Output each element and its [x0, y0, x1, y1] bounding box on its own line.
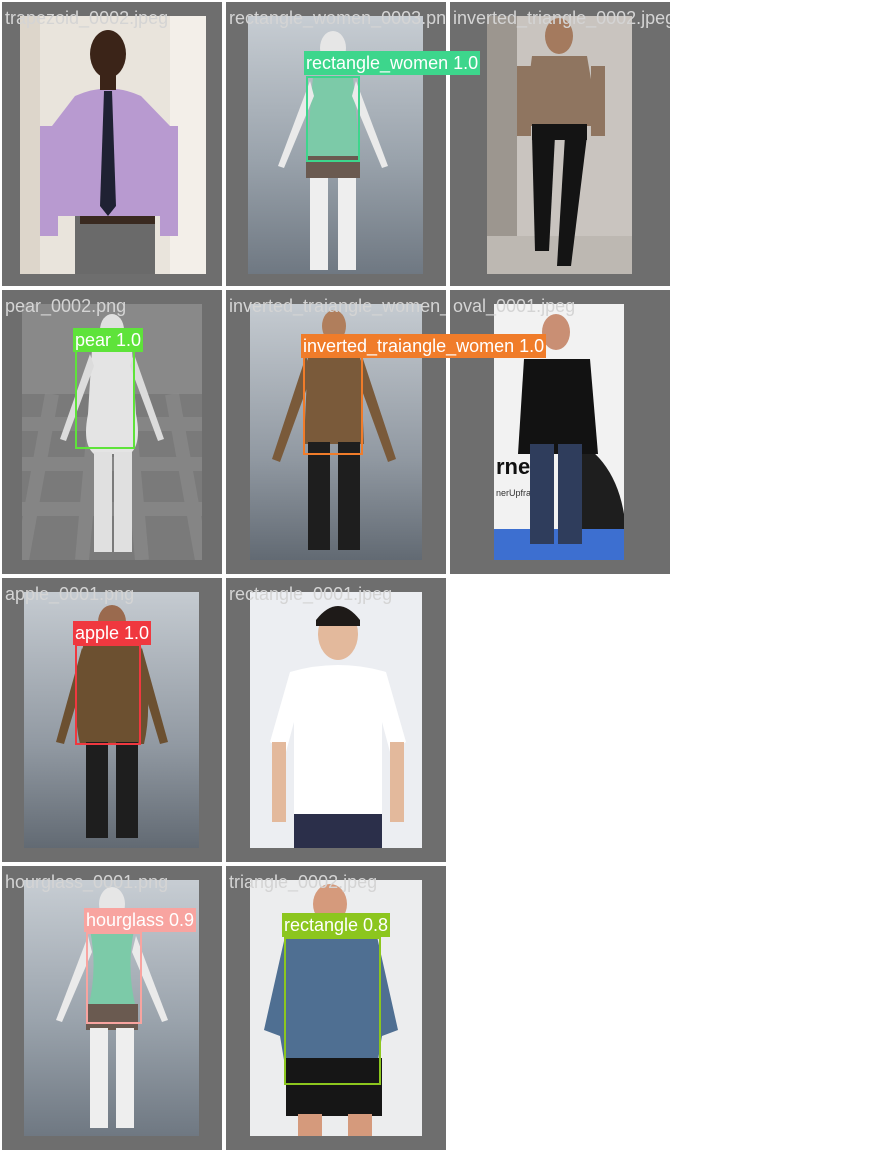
photo-trapezoid	[20, 16, 206, 274]
detection-box-apple	[75, 644, 141, 745]
detection-box-pear	[75, 350, 135, 449]
detection-box-rectangle-women	[306, 76, 360, 162]
detection-box-rectangle	[284, 937, 381, 1085]
detection-label-apple: apple 1.0	[73, 621, 152, 645]
tile-filename: trapezoid_0002.jpeg	[5, 8, 169, 28]
image-tile-trapezoid[interactable]: trapezoid_0002.jpeg	[2, 2, 222, 286]
detection-label-inverted-triangle-women: inverted_traiangle_women 1.0	[301, 334, 547, 358]
image-tile-oval[interactable]: rne nerUpfram oval_0001.jpeg	[450, 290, 670, 574]
detection-box-inverted-triangle-women	[303, 356, 363, 455]
tile-filename: apple_0001.png	[5, 584, 135, 604]
tile-filename: rectangle_0001.jpeg	[229, 584, 393, 604]
tile-filename: pear_0002.png	[5, 296, 127, 316]
detection-label-rectangle: rectangle 0.8	[282, 913, 391, 937]
photo-inverted-triangle	[487, 16, 632, 274]
detection-label-pear: pear 1.0	[73, 328, 144, 352]
detection-label-hourglass: hourglass 0.9	[84, 908, 197, 932]
photo-rectangle	[250, 592, 422, 848]
detection-label-rectangle-women: rectangle_women 1.0	[304, 51, 481, 75]
detection-box-hourglass	[86, 932, 142, 1024]
tile-filename: inverted_traiangle_women_0001.png	[229, 296, 446, 316]
tile-filename: rectangle_women_0003.png	[229, 8, 446, 28]
tile-filename: hourglass_0001.png	[5, 872, 169, 892]
tile-filename: triangle_0002.jpeg	[229, 872, 378, 892]
tile-filename: inverted_triangle_0002.jpeg	[453, 8, 670, 28]
image-tile-inverted-triangle[interactable]: inverted_triangle_0002.jpeg	[450, 2, 670, 286]
tile-filename: oval_0001.jpeg	[453, 296, 576, 316]
image-tile-rectangle[interactable]: rectangle_0001.jpeg	[226, 578, 446, 862]
svg-text:rne: rne	[496, 454, 530, 479]
